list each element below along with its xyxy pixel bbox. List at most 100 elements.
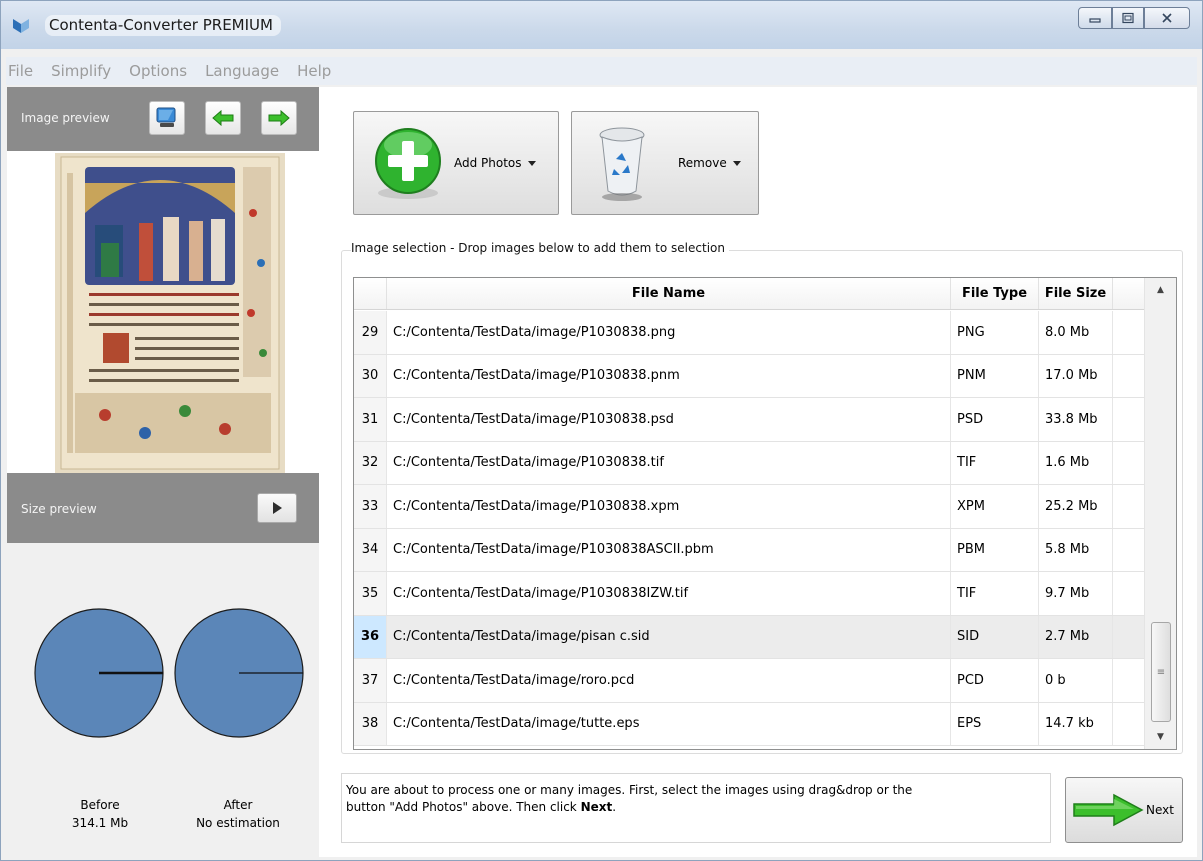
row-number: 29 bbox=[354, 311, 387, 354]
table-body: 29 C:/Contenta/TestData/image/P1030838.p… bbox=[354, 311, 1145, 746]
row-number: 35 bbox=[354, 572, 387, 615]
menu-options[interactable]: Options bbox=[120, 62, 196, 80]
main-panel: Add Photos Remove Image selection - Drop… bbox=[319, 87, 1197, 857]
title-bar: Contenta-Converter PREMIUM bbox=[1, 1, 1202, 49]
row-number: 33 bbox=[354, 485, 387, 528]
add-photos-button[interactable]: Add Photos bbox=[353, 111, 559, 215]
file-type-cell: XPM bbox=[951, 485, 1039, 528]
file-size-cell: 17.0 Mb bbox=[1039, 354, 1113, 397]
size-preview-label: Size preview bbox=[21, 502, 97, 516]
close-icon[interactable] bbox=[1144, 7, 1190, 29]
before-value: 314.1 Mb bbox=[71, 816, 129, 830]
row-filler bbox=[1113, 485, 1145, 528]
instructions-next-bold: Next bbox=[580, 800, 613, 814]
remove-button[interactable]: Remove bbox=[571, 111, 759, 215]
file-size-cell: 5.8 Mb bbox=[1039, 528, 1113, 571]
arrow-right-icon bbox=[1073, 793, 1144, 827]
file-size-cell: 25.2 Mb bbox=[1039, 485, 1113, 528]
row-filler bbox=[1113, 572, 1145, 615]
row-number: 34 bbox=[354, 528, 387, 571]
scrollbar-thumb[interactable]: ≡ bbox=[1151, 622, 1171, 722]
row-filler bbox=[1113, 442, 1145, 485]
before-caption: Before 314.1 Mb bbox=[35, 796, 165, 832]
column-header-file-name[interactable]: File Name bbox=[387, 278, 951, 309]
file-name-cell: C:/Contenta/TestData/image/P1030838.png bbox=[387, 311, 951, 354]
file-type-cell: TIF bbox=[951, 572, 1039, 615]
table-row[interactable]: 38 C:/Contenta/TestData/image/tutte.eps … bbox=[354, 702, 1145, 746]
table-scrollbar[interactable]: ▲ ≡ ▼ bbox=[1144, 278, 1176, 749]
file-type-cell: SID bbox=[951, 615, 1039, 658]
file-name-cell: C:/Contenta/TestData/image/pisan c.sid bbox=[387, 615, 951, 658]
image-preview-thumbnail bbox=[55, 153, 285, 473]
table-row[interactable]: 35 C:/Contenta/TestData/image/P1030838IZ… bbox=[354, 572, 1145, 616]
table-row-selected[interactable]: 36 C:/Contenta/TestData/image/pisan c.si… bbox=[354, 615, 1145, 659]
instructions-line-2-text: button "Add Photos" above. Then click bbox=[346, 800, 581, 814]
file-type-cell: PNM bbox=[951, 354, 1039, 397]
row-filler bbox=[1113, 616, 1145, 659]
table-row[interactable]: 33 C:/Contenta/TestData/image/P1030838.x… bbox=[354, 485, 1145, 529]
row-number: 37 bbox=[354, 659, 387, 702]
row-number: 30 bbox=[354, 354, 387, 397]
file-table: File Name File Type File Size 29 C:/Cont… bbox=[353, 277, 1177, 750]
row-filler bbox=[1113, 703, 1145, 746]
play-icon bbox=[273, 502, 282, 514]
table-row[interactable]: 29 C:/Contenta/TestData/image/P1030838.p… bbox=[354, 311, 1145, 355]
arrow-left-icon bbox=[212, 110, 234, 126]
table-header: File Name File Type File Size bbox=[354, 278, 1145, 310]
instructions-text: You are about to process one or many ima… bbox=[341, 773, 1051, 843]
before-pie-chart bbox=[34, 608, 164, 738]
table-row[interactable]: 30 C:/Contenta/TestData/image/P1030838.p… bbox=[354, 354, 1145, 398]
table-row[interactable]: 37 C:/Contenta/TestData/image/roro.pcd P… bbox=[354, 659, 1145, 703]
previous-image-button[interactable] bbox=[205, 101, 241, 135]
table-row[interactable]: 32 C:/Contenta/TestData/image/P1030838.t… bbox=[354, 441, 1145, 485]
menu-bar: File Simplify Options Language Help bbox=[6, 57, 1197, 85]
file-type-cell: PBM bbox=[951, 528, 1039, 571]
table-row[interactable]: 31 C:/Contenta/TestData/image/P1030838.p… bbox=[354, 398, 1145, 442]
file-name-cell: C:/Contenta/TestData/image/P1030838IZW.t… bbox=[387, 572, 951, 615]
file-size-cell: 33.8 Mb bbox=[1039, 398, 1113, 441]
minimize-icon[interactable] bbox=[1078, 7, 1112, 29]
table-row[interactable]: 34 C:/Contenta/TestData/image/P1030838AS… bbox=[354, 528, 1145, 572]
scroll-down-icon[interactable]: ▼ bbox=[1145, 725, 1176, 749]
row-number: 36 bbox=[354, 615, 387, 658]
instructions-line-1: You are about to process one or many ima… bbox=[346, 783, 913, 797]
menu-file[interactable]: File bbox=[6, 62, 42, 80]
image-selection-title: Image selection - Drop images below to a… bbox=[351, 241, 729, 255]
file-name-cell: C:/Contenta/TestData/image/P1030838.psd bbox=[387, 398, 951, 441]
file-size-cell: 9.7 Mb bbox=[1039, 572, 1113, 615]
monitor-button[interactable] bbox=[149, 101, 185, 135]
after-value: No estimation bbox=[196, 816, 280, 830]
menu-help[interactable]: Help bbox=[288, 62, 340, 80]
file-name-cell: C:/Contenta/TestData/image/P1030838.tif bbox=[387, 441, 951, 484]
scroll-up-icon[interactable]: ▲ bbox=[1145, 278, 1176, 302]
row-filler bbox=[1113, 355, 1145, 398]
menu-simplify[interactable]: Simplify bbox=[42, 62, 120, 80]
column-header-file-type[interactable]: File Type bbox=[951, 278, 1039, 309]
file-name-cell: C:/Contenta/TestData/image/P1030838.pnm bbox=[387, 354, 951, 397]
column-header-file-size[interactable]: File Size bbox=[1039, 278, 1113, 309]
monitor-icon bbox=[156, 107, 176, 127]
row-filler bbox=[1113, 529, 1145, 572]
size-preview-play-button[interactable] bbox=[257, 493, 297, 523]
after-caption: After No estimation bbox=[173, 796, 303, 832]
row-number: 31 bbox=[354, 398, 387, 441]
file-name-cell: C:/Contenta/TestData/image/P1030838.xpm bbox=[387, 485, 951, 528]
next-button[interactable]: Next bbox=[1065, 777, 1183, 843]
next-image-button[interactable] bbox=[261, 101, 297, 135]
instructions-line-2: button "Add Photos" above. Then click Ne… bbox=[346, 799, 1046, 816]
column-header-num[interactable] bbox=[354, 278, 387, 309]
row-number: 32 bbox=[354, 441, 387, 484]
remove-dropdown-icon bbox=[732, 160, 741, 166]
menu-language[interactable]: Language bbox=[196, 62, 288, 80]
file-name-cell: C:/Contenta/TestData/image/P1030838ASCII… bbox=[387, 528, 951, 571]
maximize-icon[interactable] bbox=[1112, 7, 1144, 29]
arrow-right-icon bbox=[268, 110, 290, 126]
recycle-bin-icon bbox=[599, 127, 645, 201]
row-filler bbox=[1113, 659, 1145, 702]
left-panel: Image preview Size preview Before 314.1 … bbox=[7, 87, 319, 857]
file-type-cell: PNG bbox=[951, 311, 1039, 354]
window-title: Contenta-Converter PREMIUM bbox=[45, 15, 281, 36]
file-size-cell: 1.6 Mb bbox=[1039, 441, 1113, 484]
row-number: 38 bbox=[354, 702, 387, 745]
size-comparison: Before 314.1 Mb After No estimation bbox=[7, 543, 319, 857]
